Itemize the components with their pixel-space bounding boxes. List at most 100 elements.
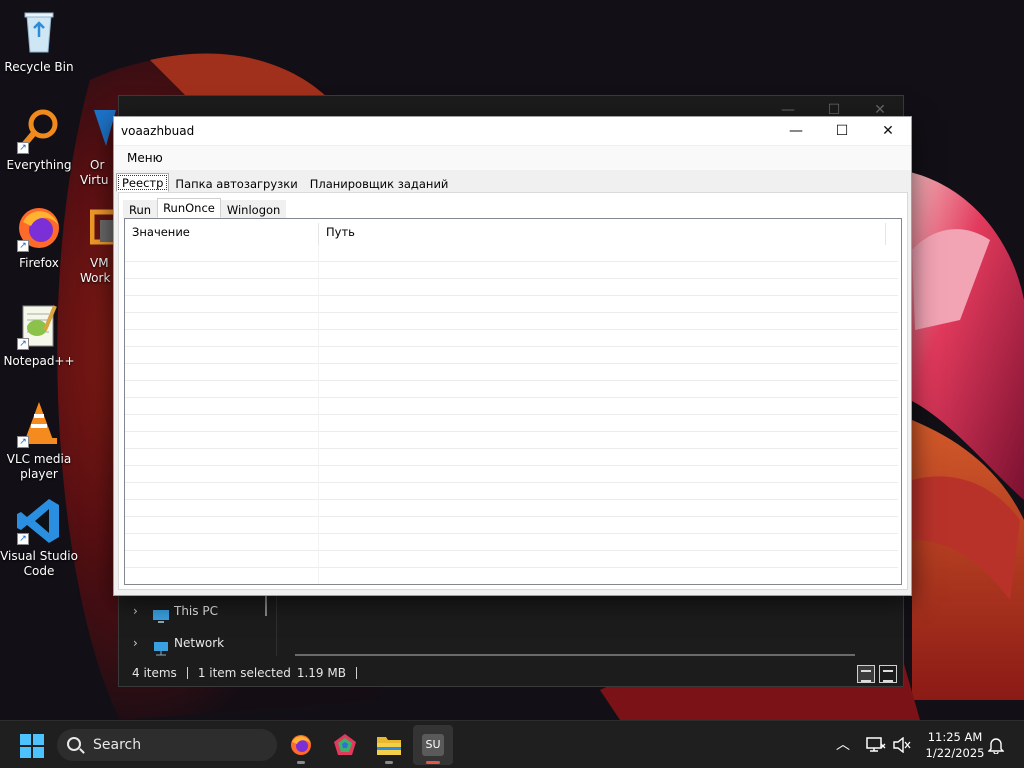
- empty-row-line: [125, 380, 898, 381]
- window-title: voaazhbuad: [121, 124, 195, 138]
- empty-row-line: [125, 278, 898, 279]
- tab-startup-folder[interactable]: Папка автозагрузки: [169, 174, 304, 192]
- taskbar-app-firefox[interactable]: [281, 725, 321, 765]
- desktop-icon-vlc[interactable]: ↗ VLC media player: [0, 400, 79, 482]
- column-header-path[interactable]: Путь: [319, 219, 885, 245]
- menu-item-menu[interactable]: Меню: [121, 150, 169, 166]
- active-indicator: [426, 761, 440, 764]
- minimize-icon[interactable]: —: [773, 117, 819, 145]
- empty-row-line: [125, 584, 898, 585]
- taskbar: Search SU ︿ 11:25 AM 1/22/2025: [0, 720, 1024, 768]
- start-button[interactable]: [20, 734, 44, 758]
- taskbar-search-box[interactable]: Search: [57, 729, 277, 761]
- nav-item-this-pc[interactable]: › This PC: [119, 595, 277, 627]
- empty-row-line: [125, 499, 898, 500]
- notepad-plus-plus-icon: ↗: [15, 302, 63, 350]
- desktop-icon-label: Notepad++: [3, 354, 75, 368]
- taskbar-app-su[interactable]: SU: [413, 725, 453, 765]
- windows-logo-pane: [33, 734, 44, 745]
- desktop-icon-label: VM Work: [80, 256, 111, 285]
- clock-date: 1/22/2025: [925, 746, 985, 760]
- empty-row-line: [125, 482, 898, 483]
- chevron-up-icon[interactable]: ︿: [836, 721, 850, 768]
- desktop-icon-notepadpp[interactable]: ↗ Notepad++: [0, 302, 79, 369]
- empty-row-line: [125, 533, 898, 534]
- column-header-value[interactable]: Значение: [125, 219, 318, 245]
- status-size: 1.19 MB: [296, 666, 346, 680]
- shortcut-arrow-icon: ↗: [17, 436, 29, 448]
- chevron-right-icon[interactable]: ›: [133, 627, 138, 659]
- shortcut-arrow-icon: ↗: [17, 338, 29, 350]
- running-indicator: [385, 761, 393, 764]
- tiles-view-icon[interactable]: [879, 665, 897, 683]
- empty-row-line: [125, 295, 898, 296]
- desktop-icon-everything[interactable]: ↗ Everything: [0, 106, 79, 173]
- firefox-icon: [291, 735, 311, 755]
- shortcut-arrow-icon: ↗: [17, 533, 29, 545]
- nav-item-network[interactable]: › Network: [119, 627, 277, 659]
- desktop-icon-vscode[interactable]: ↗ Visual Studio Code: [0, 497, 79, 579]
- empty-row-line: [125, 448, 898, 449]
- network-icon: [153, 636, 169, 656]
- empty-row-line: [125, 346, 898, 347]
- tab-run[interactable]: Run: [123, 200, 158, 218]
- tab-winlogon[interactable]: Winlogon: [220, 200, 287, 218]
- pane-divider[interactable]: [276, 596, 277, 656]
- startup-manager-window[interactable]: voaazhbuad — ☐ ✕ Меню Реестр Папка автоз…: [113, 116, 912, 596]
- empty-row-line: [125, 516, 898, 517]
- empty-row-line: [125, 414, 898, 415]
- registry-entries-list[interactable]: Значение Путь: [124, 218, 902, 585]
- su-app-icon: SU: [422, 734, 444, 756]
- desktop-icon-label: Recycle Bin: [4, 60, 74, 74]
- window-controls: — ☐ ✕: [773, 117, 911, 145]
- tab-task-scheduler[interactable]: Планировщик заданий: [303, 174, 455, 192]
- speaker-muted-icon[interactable]: [893, 737, 911, 753]
- clock-time: 11:25 AM: [927, 730, 983, 744]
- desktop-icon-recycle-bin[interactable]: Recycle Bin: [0, 8, 79, 75]
- column-divider[interactable]: [885, 223, 886, 245]
- taskbar-app-file-explorer[interactable]: [369, 725, 409, 765]
- menu-bar: Меню: [114, 146, 911, 170]
- empty-row-line: [125, 312, 898, 313]
- empty-row-line: [125, 550, 898, 551]
- shortcut-arrow-icon: ↗: [17, 142, 29, 154]
- status-item-count: 4 items: [132, 666, 177, 680]
- maximize-icon[interactable]: ☐: [819, 117, 865, 145]
- network-status-icon[interactable]: [866, 736, 886, 754]
- file-explorer-icon: [377, 737, 401, 755]
- empty-row-line: [125, 363, 898, 364]
- empty-row-line: [125, 329, 898, 330]
- windows-logo-pane: [20, 747, 31, 758]
- tab-registry[interactable]: Реестр: [116, 173, 170, 192]
- empty-row-line: [125, 465, 898, 466]
- this-pc-icon: [153, 604, 169, 623]
- tab-runonce[interactable]: RunOnce: [157, 198, 221, 218]
- status-separator: [355, 667, 357, 679]
- windows-logo-icon: [20, 734, 31, 745]
- taskbar-app-pentagon[interactable]: [325, 725, 365, 765]
- shortcut-arrow-icon: ↗: [17, 240, 29, 252]
- desktop-icon-label: Firefox: [19, 256, 59, 270]
- registry-subtab-strip: Run RunOnce Winlogon: [123, 198, 287, 218]
- status-separator: [186, 667, 188, 679]
- empty-column-line: [318, 245, 319, 584]
- list-header: Значение Путь: [125, 219, 901, 245]
- everything-search-icon: ↗: [15, 106, 63, 154]
- nav-item-label: Network: [174, 636, 225, 650]
- content-horizontal-scrollbar[interactable]: [295, 654, 855, 656]
- window-titlebar[interactable]: voaazhbuad — ☐ ✕: [114, 117, 911, 145]
- desktop-icon-firefox[interactable]: ↗ Firefox: [0, 204, 79, 271]
- empty-row-line: [125, 567, 898, 568]
- system-clock[interactable]: 11:25 AM 1/22/2025: [918, 729, 992, 761]
- chevron-right-icon[interactable]: ›: [133, 595, 138, 627]
- vlc-cone-icon: ↗: [15, 400, 63, 448]
- close-icon[interactable]: ✕: [865, 117, 911, 145]
- notification-bell-icon[interactable]: [988, 736, 1004, 754]
- windows-logo-pane: [33, 747, 44, 758]
- nav-pane-scrollbar[interactable]: [265, 596, 267, 616]
- desktop-icon-label: Or Virtu: [80, 158, 109, 187]
- nav-item-label: This PC: [174, 604, 218, 618]
- desktop-icon-label: VLC media player: [6, 452, 72, 481]
- details-view-icon[interactable]: [857, 665, 875, 683]
- pentagon-app-icon: [334, 734, 356, 755]
